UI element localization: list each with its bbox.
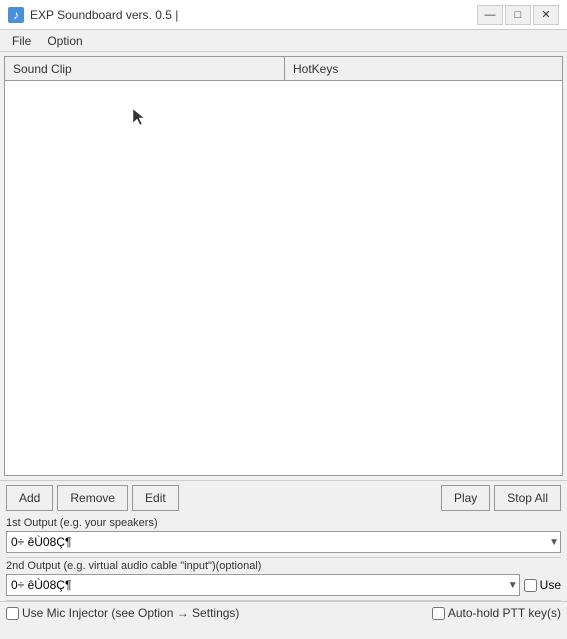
auto-ptt-label[interactable]: Auto-hold PTT key(s) [432, 606, 561, 620]
mic-injector-option: Use Mic Injector (see Option → Settings) [6, 606, 239, 620]
remove-button[interactable]: Remove [57, 485, 128, 511]
mic-injector-checkbox[interactable] [6, 607, 19, 620]
output2-dropdown[interactable]: 0÷ êÙ08Ç¶ [6, 574, 520, 596]
menu-option[interactable]: Option [39, 32, 90, 50]
mic-injector-label[interactable]: Use Mic Injector (see Option → Settings) [6, 606, 239, 620]
auto-ptt-option: Auto-hold PTT key(s) [432, 606, 561, 620]
app-title: EXP Soundboard vers. 0.5 | [30, 8, 178, 22]
output1-dropdown-wrapper[interactable]: 0÷ êÙ08Ç¶ ▼ [6, 531, 561, 553]
add-button[interactable]: Add [6, 485, 53, 511]
menu-file[interactable]: File [4, 32, 39, 50]
use-output2-label: Use [540, 578, 561, 592]
close-button[interactable]: ✕ [533, 5, 559, 25]
edit-button[interactable]: Edit [132, 485, 179, 511]
menu-bar: File Option [0, 30, 567, 52]
bottom-controls: Add Remove Edit Play Stop All [0, 480, 567, 515]
table-body[interactable] [5, 81, 562, 474]
maximize-button[interactable]: □ [505, 5, 531, 25]
minimize-button[interactable]: — [477, 5, 503, 25]
app-icon: ♪ [8, 7, 24, 23]
cursor-icon [131, 107, 147, 127]
output1-label: 1st Output (e.g. your speakers) [6, 517, 561, 529]
stop-all-button[interactable]: Stop All [494, 485, 561, 511]
mic-injector-text: Use Mic Injector (see Option → Settings) [22, 606, 239, 620]
play-button[interactable]: Play [441, 485, 490, 511]
auto-ptt-checkbox[interactable] [432, 607, 445, 620]
bottom-options: Use Mic Injector (see Option → Settings)… [0, 601, 567, 624]
table-header: Sound Clip HotKeys [5, 57, 562, 81]
window-controls: — □ ✕ [477, 5, 559, 25]
title-bar: ♪ EXP Soundboard vers. 0.5 | — □ ✕ [0, 0, 567, 30]
sound-clip-table: Sound Clip HotKeys [4, 56, 563, 476]
column-header-sound-clip: Sound Clip [5, 57, 285, 80]
column-header-hotkeys: HotKeys [285, 57, 562, 80]
output2-section: 2nd Output (e.g. virtual audio cable "in… [0, 558, 567, 600]
use-checkbox-row: Use [524, 578, 561, 592]
output2-dropdown-wrapper[interactable]: 0÷ êÙ08Ç¶ ▼ [6, 574, 520, 596]
output2-label: 2nd Output (e.g. virtual audio cable "in… [6, 560, 561, 572]
auto-ptt-text: Auto-hold PTT key(s) [448, 606, 561, 620]
use-output2-checkbox[interactable] [524, 579, 537, 592]
output1-section: 1st Output (e.g. your speakers) 0÷ êÙ08Ç… [0, 515, 567, 557]
output1-dropdown[interactable]: 0÷ êÙ08Ç¶ [6, 531, 561, 553]
